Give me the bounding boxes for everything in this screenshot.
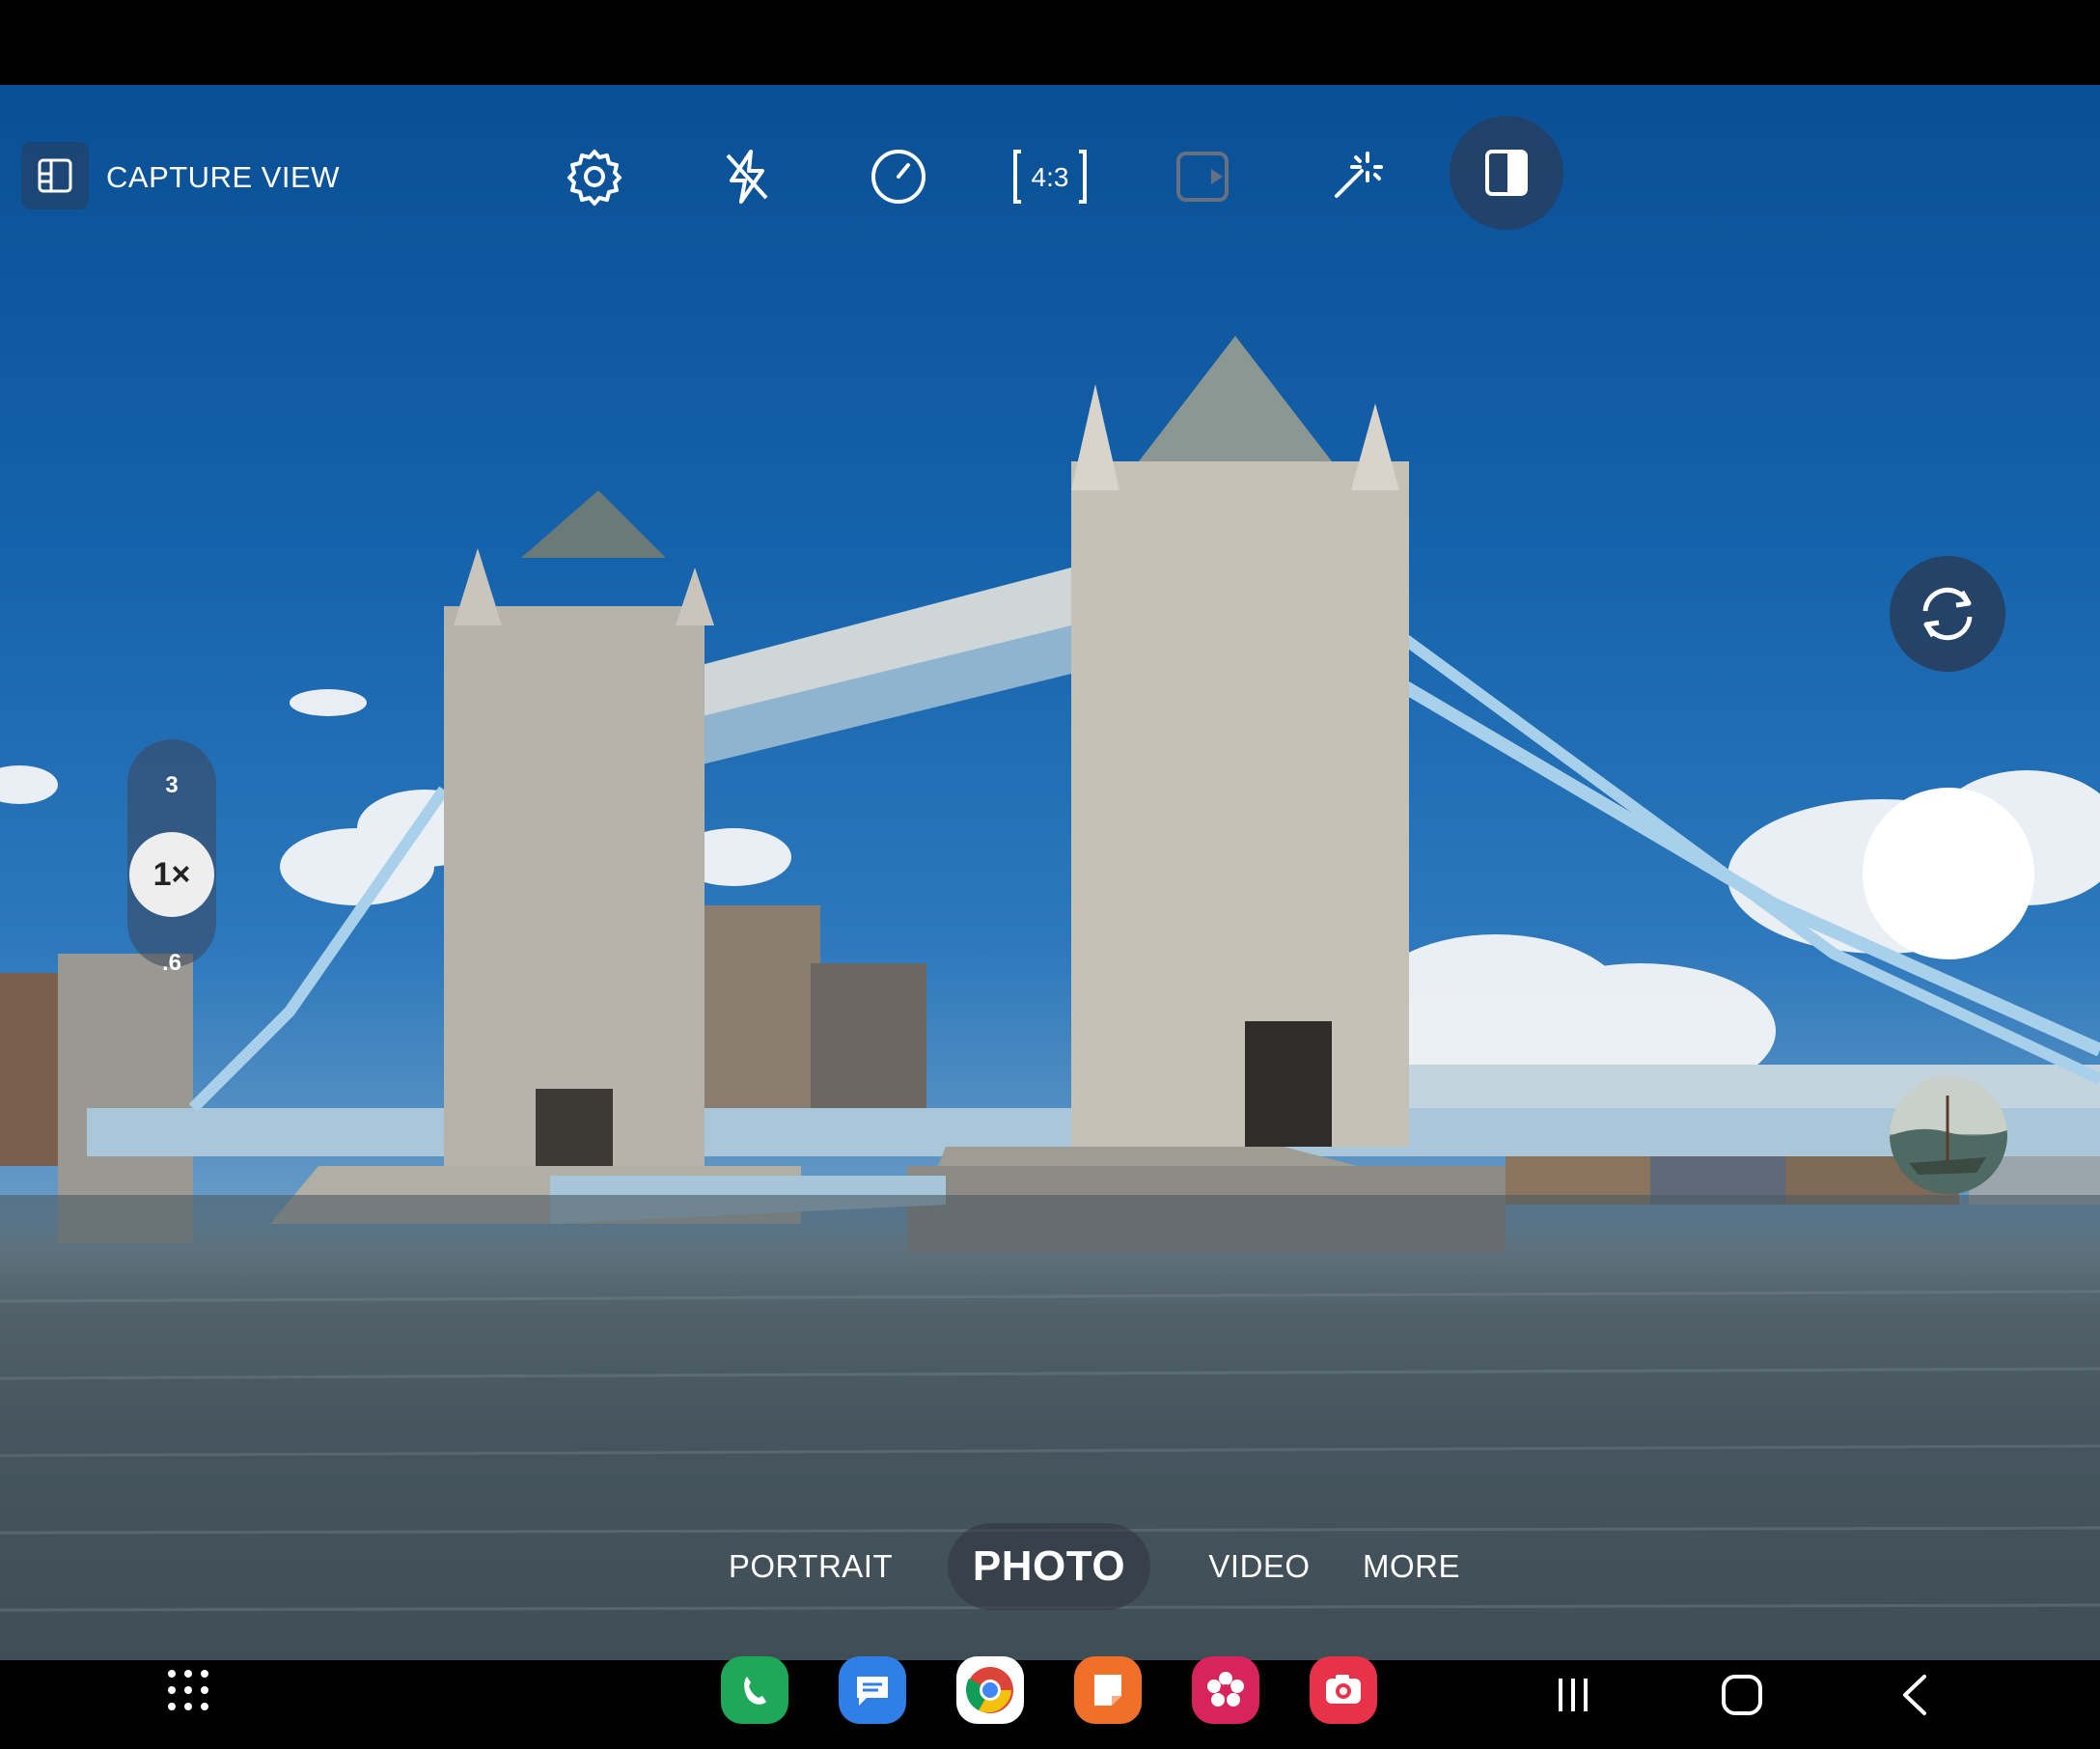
capture-view-button[interactable]: [21, 142, 89, 209]
camera-viewfinder[interactable]: CAPTURE VIEW 4:3 3 1× .6 PORTRAIT PHOTO …: [0, 85, 2100, 1660]
recents-icon: [1559, 1679, 1588, 1711]
mode-video[interactable]: VIDEO: [1202, 1523, 1317, 1610]
phone-app[interactable]: [721, 1656, 788, 1724]
taskbar: [0, 1660, 2100, 1749]
mode-portrait[interactable]: PORTRAIT: [714, 1523, 907, 1610]
bixby-vision-app[interactable]: [1192, 1656, 1259, 1724]
notes-icon: [1094, 1675, 1121, 1706]
camera-app[interactable]: [1310, 1656, 1377, 1724]
apps-grid-icon: [168, 1670, 208, 1710]
zoom-1x-button[interactable]: 1×: [129, 832, 214, 917]
timer-button[interactable]: [855, 133, 942, 220]
gallery-preview-image: [1890, 1076, 2007, 1194]
gallery-thumbnail[interactable]: [1890, 1076, 2007, 1194]
zoom-3x-button[interactable]: 3: [127, 772, 216, 799]
flash-off-icon: [726, 150, 768, 204]
shutter-button[interactable]: [1863, 788, 2034, 959]
mode-more[interactable]: MORE: [1356, 1523, 1467, 1610]
settings-icon: [567, 150, 622, 206]
chrome-app[interactable]: [956, 1656, 1024, 1724]
messages-app[interactable]: [839, 1656, 906, 1724]
zoom-selector[interactable]: 3 1× .6: [127, 739, 216, 976]
tower-bridge-scene: [0, 336, 2100, 1660]
notes-app[interactable]: [1074, 1656, 1142, 1724]
camera-mode-selector: PORTRAIT PHOTO VIDEO MORE: [0, 1523, 2100, 1610]
switch-camera-button[interactable]: [1890, 556, 2005, 672]
split-view-icon: [1485, 150, 1528, 196]
settings-button[interactable]: [551, 133, 638, 220]
mode-photo[interactable]: PHOTO: [948, 1523, 1150, 1610]
filters-icon: [1335, 152, 1383, 198]
aspect-ratio-icon: 4:3: [1013, 150, 1087, 204]
bixby-vision-icon: [1207, 1672, 1244, 1707]
camera-icon: [1326, 1675, 1361, 1704]
camera-top-toolbar: CAPTURE VIEW 4:3: [0, 85, 2100, 278]
back-button[interactable]: [1887, 1666, 1945, 1724]
capture-view-icon: [38, 158, 72, 193]
back-icon: [1903, 1675, 1926, 1715]
capture-view-label: CAPTURE VIEW: [106, 160, 340, 194]
home-icon: [1722, 1675, 1762, 1715]
recents-button[interactable]: [1544, 1666, 1602, 1724]
motion-photo-button[interactable]: [1160, 133, 1247, 220]
apps-grid-button[interactable]: [154, 1656, 222, 1724]
flash-button[interactable]: [704, 133, 790, 220]
zoom-06x-button[interactable]: .6: [127, 950, 216, 977]
aspect-ratio-text: 4:3: [1032, 162, 1069, 192]
motion-photo-icon: [1176, 152, 1229, 202]
timer-icon: [871, 150, 926, 204]
switch-camera-icon: [1922, 587, 1973, 641]
home-button[interactable]: [1713, 1666, 1771, 1724]
phone-icon: [744, 1677, 766, 1705]
split-view-button[interactable]: [1450, 116, 1563, 230]
aspect-ratio-button[interactable]: 4:3: [1007, 133, 1093, 220]
chrome-icon: [965, 1667, 1013, 1713]
status-bar: [0, 0, 2100, 85]
messages-icon: [857, 1677, 888, 1706]
filters-button[interactable]: [1311, 133, 1397, 220]
